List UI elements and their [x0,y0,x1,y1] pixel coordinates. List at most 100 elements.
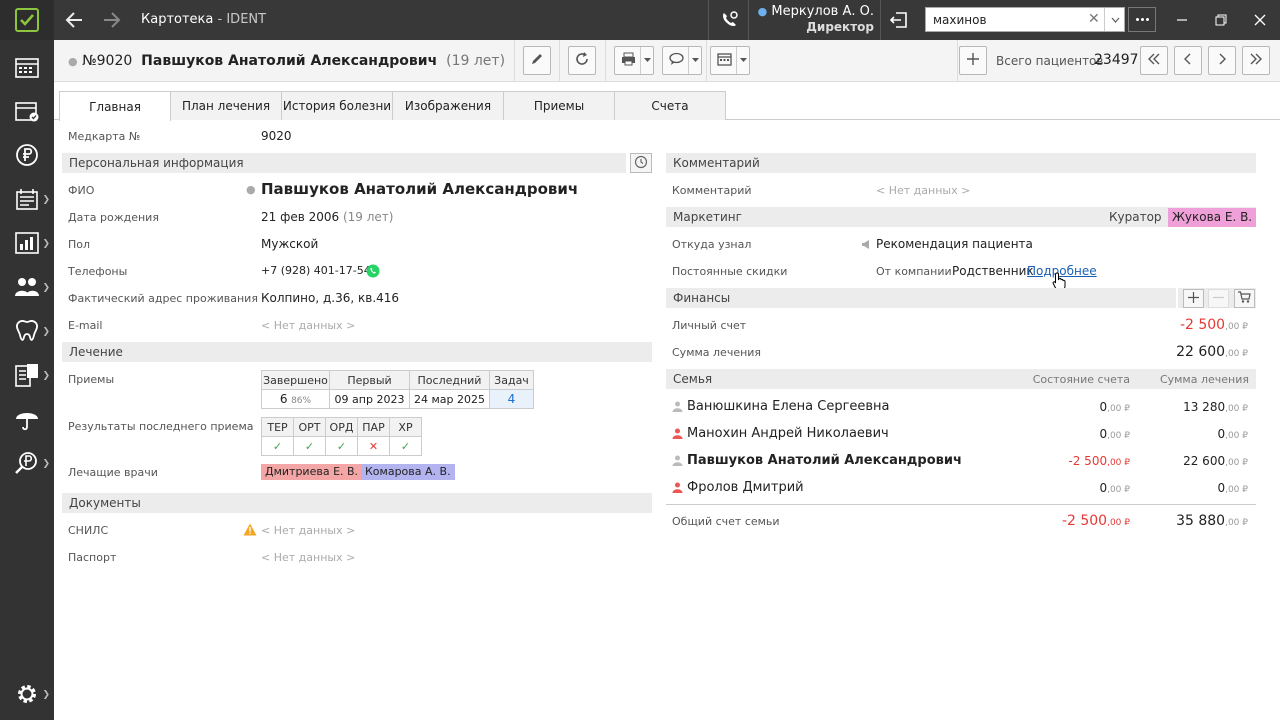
more-button[interactable] [1128,7,1156,32]
results-label: Результаты последнего приема [68,420,254,433]
tab-visits[interactable]: Приемы [503,91,615,120]
visits-header: Задач [489,370,534,390]
tab-images[interactable]: Изображения [392,91,504,120]
first-button[interactable] [1140,46,1168,75]
cart-icon [1238,291,1251,306]
sidebar-item-inventory[interactable]: ❯ [0,356,54,396]
results-table: ТЕР ОРТ ОРД ПАР ХР ✓ ✓ ✓ ✕ ✓ [261,417,422,456]
plus-icon [1188,291,1199,306]
last-button[interactable] [1242,46,1270,75]
visits-tasks[interactable]: 4 [489,389,534,409]
doctor-badge[interactable]: Комарова А. В. [361,464,455,480]
clear-icon[interactable]: ✕ [1088,11,1100,27]
fio-value: Павшуков Анатолий Александрович [261,180,579,198]
back-arrow-icon[interactable] [62,8,86,32]
sidebar-item-reports[interactable]: ❯ [0,224,54,264]
sidebar-item-visits[interactable] [0,92,54,132]
family-member-row[interactable]: Фролов Дмитрий 0,00 ₽ 0,00 ₽ [666,478,1256,498]
chevron-left-icon [1183,53,1193,68]
total-patients-value: 23497 [1094,52,1139,68]
add-payment-button[interactable] [1183,289,1204,308]
forward-arrow-icon[interactable] [100,8,124,32]
tab-history[interactable]: История болезни [281,91,393,120]
sidebar-item-finance[interactable] [0,136,54,176]
check-icon: ✓ [293,436,326,456]
edit-button[interactable] [523,46,551,75]
chevron-down-icon[interactable] [736,47,749,74]
section-treatment: Лечение [62,342,652,362]
minimize-icon[interactable] [1172,10,1192,30]
family-sum-header: Сумма лечения [1159,373,1249,386]
section-personal: Персональная информация [62,153,626,173]
switch-user-icon[interactable] [888,8,912,32]
current-user[interactable]: ● Меркулов А. О. Директор [748,2,874,38]
sex-label: Пол [68,238,91,251]
chevron-down-icon[interactable] [640,47,653,74]
family-total-balance: -2 500,00 ₽ [1061,513,1130,529]
tab-invoices[interactable]: Счета [614,91,726,120]
chevron-down-icon[interactable] [688,47,701,74]
phone-settings-icon[interactable] [717,8,741,32]
sidebar-item-insurance[interactable] [0,400,54,440]
double-chevron-right-icon [1249,53,1263,68]
whatsapp-icon[interactable] [366,264,380,281]
treatment-sum-label: Сумма лечения [672,346,762,359]
sidebar-item-schedule[interactable] [0,48,54,88]
passport-value: < Нет данных > [261,551,356,564]
remove-payment-button[interactable] [1208,289,1229,308]
section-finance: Финансы [666,288,1176,308]
refresh-button[interactable] [568,46,596,75]
discount-from: От компании [876,265,952,278]
history-icon [634,155,648,172]
history-button[interactable] [630,153,652,173]
sidebar-item-documents[interactable]: ❯ [0,180,54,220]
sidebar-item-dental[interactable]: ❯ [0,312,54,352]
sidebar: ❯ ❯ ❯ ❯ ❯ ❯ ❯ [0,40,54,720]
phone-value[interactable]: +7 (928) 401-17-54 [261,264,371,277]
tab-treatment-plan[interactable]: План лечения [170,91,282,120]
account-label: Личный счет [672,319,747,332]
check-icon: ✓ [325,436,358,456]
inventory-icon [15,363,39,390]
visits-last: 24 мар 2025 [409,389,490,409]
curator-badge[interactable]: Жукова Е. В. [1168,208,1257,227]
person-red-icon [672,428,683,442]
warning-icon [243,523,257,539]
add-patient-button[interactable] [959,46,987,75]
snils-value: < Нет данных > [261,524,356,537]
sidebar-item-staff[interactable]: ❯ [0,268,54,308]
close-icon[interactable] [1250,10,1270,30]
message-button[interactable] [662,46,702,75]
search-input[interactable]: махинов ✕ [925,7,1125,32]
sidebar-item-settings[interactable]: ❯ [0,675,54,715]
chevron-down-icon[interactable] [1104,8,1125,31]
print-button[interactable] [614,46,654,75]
ruble-search-icon [15,451,39,478]
document-icon [15,188,39,213]
cart-button[interactable] [1234,289,1255,308]
family-member-row[interactable]: Ванюшкина Елена Сергеевна 0,00 ₽ 13 280,… [666,397,1256,417]
tab-main[interactable]: Главная [59,91,171,121]
minus-icon [1213,292,1224,306]
section-comment: Комментарий [666,153,1256,173]
family-member-row[interactable]: Павшуков Анатолий Александрович -2 500,0… [666,451,1256,471]
prev-button[interactable] [1174,46,1202,75]
person-icon: ● [68,55,78,68]
visits-header: Завершено [261,370,330,390]
calendar-button[interactable] [710,46,750,75]
source-label: Откуда узнал [672,238,752,251]
app-logo[interactable] [0,0,54,40]
doctor-badge[interactable]: Дмитриева Е. В. [261,464,363,480]
dob-value: 21 фев 2006 (19 лет) [261,210,394,224]
comment-label: Комментарий [672,184,752,197]
sex-value: Мужской [261,237,319,251]
calendar-grid-icon [15,56,39,81]
sidebar-item-payments[interactable]: ❯ [0,444,54,484]
next-button[interactable] [1208,46,1236,75]
gear-icon [16,683,38,708]
maximize-icon[interactable] [1211,10,1231,30]
total-patients-label: Всего пациентов [996,54,1104,68]
megaphone-icon [861,239,872,253]
family-member-row[interactable]: Манохин Андрей Николаевич 0,00 ₽ 0,00 ₽ [666,424,1256,444]
window-title: Картотека - IDENT [141,12,267,27]
